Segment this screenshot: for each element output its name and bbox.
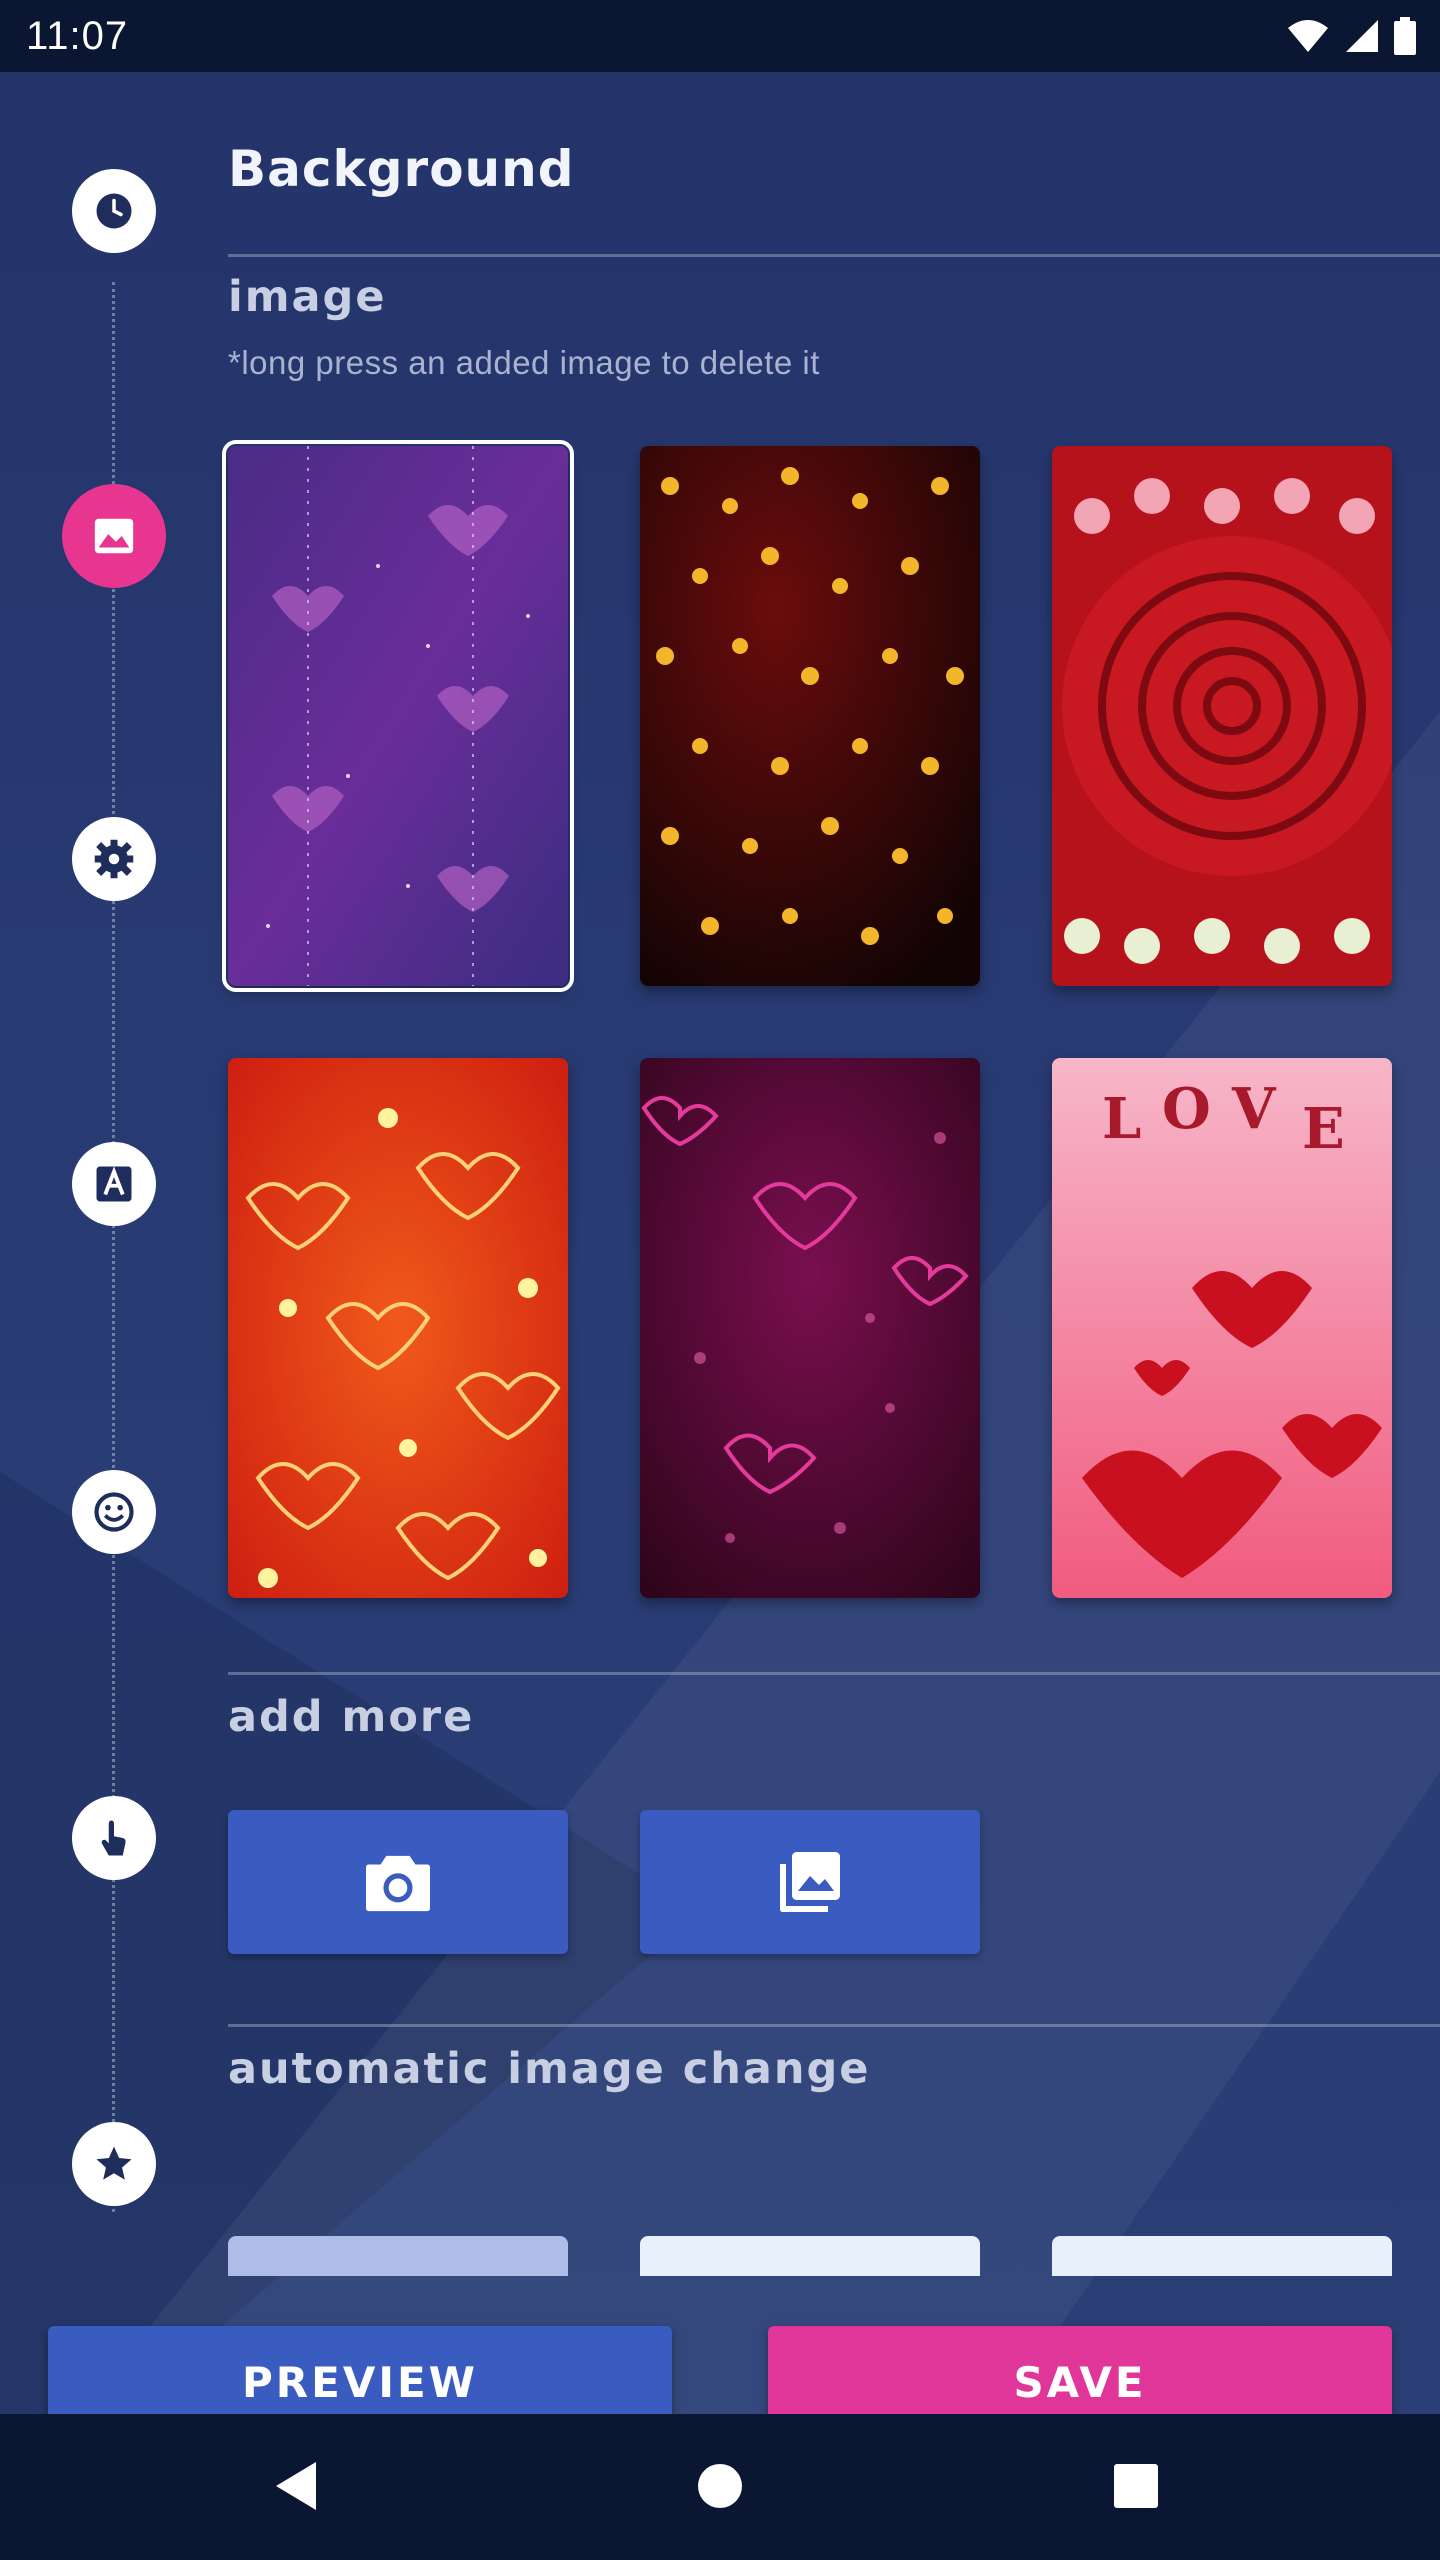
recents-icon xyxy=(1114,2464,1158,2508)
back-button[interactable] xyxy=(272,2458,322,2518)
image-section-title: image xyxy=(228,272,387,322)
status-icons xyxy=(1286,17,1416,55)
add-from-camera-button[interactable] xyxy=(228,1810,568,1954)
touch-icon xyxy=(101,1820,126,1856)
save-button[interactable]: SAVE xyxy=(768,2326,1392,2414)
back-icon xyxy=(276,2462,316,2510)
step-text[interactable] xyxy=(72,1142,156,1226)
emoji-icon xyxy=(94,1492,134,1532)
home-button[interactable] xyxy=(696,2462,744,2514)
main-content[interactable]: Background image *long press an added im… xyxy=(0,72,1440,2414)
thumbnail-love-hearts[interactable]: LOVE xyxy=(1052,1058,1392,1598)
clock-icon xyxy=(96,193,132,229)
step-emoji[interactable] xyxy=(72,1470,156,1554)
auto-change-option[interactable] xyxy=(1052,2236,1392,2276)
page-title: Background xyxy=(228,140,575,198)
image-icon xyxy=(94,518,134,554)
step-settings[interactable] xyxy=(72,817,156,901)
thumbnail-orange-hearts[interactable] xyxy=(228,1058,568,1598)
battery-icon xyxy=(1394,17,1416,55)
gallery-icon xyxy=(780,1852,840,1912)
auto-change-section-title: automatic image change xyxy=(228,2044,871,2094)
svg-text:E: E xyxy=(1302,1096,1345,1162)
system-nav-bar xyxy=(0,2414,1440,2560)
add-from-gallery-button[interactable] xyxy=(640,1810,980,1954)
svg-text:O: O xyxy=(1162,1076,1211,1142)
settings-icon xyxy=(94,839,134,879)
thumbnail-magenta-hearts[interactable] xyxy=(640,1058,980,1598)
step-image[interactable] xyxy=(62,484,166,588)
status-bar: 11:07 xyxy=(0,0,1440,72)
divider xyxy=(228,1672,1440,1675)
auto-change-option[interactable] xyxy=(228,2236,568,2276)
divider xyxy=(228,2024,1440,2027)
thumbnail-golden-hearts[interactable] xyxy=(640,446,980,986)
camera-icon xyxy=(366,1855,430,1912)
svg-text:L: L xyxy=(1102,1086,1141,1152)
svg-text:V: V xyxy=(1231,1076,1277,1142)
recents-button[interactable] xyxy=(1112,2462,1160,2514)
home-icon xyxy=(698,2464,742,2508)
thumbnail-purple-hearts[interactable] xyxy=(222,440,574,992)
star-icon xyxy=(96,2146,132,2180)
status-time: 11:07 xyxy=(26,13,129,58)
signal-icon xyxy=(1346,20,1378,52)
text-icon xyxy=(96,1166,132,1202)
divider xyxy=(228,254,1440,257)
preview-button[interactable]: PREVIEW xyxy=(48,2326,672,2414)
action-bar: PREVIEW SAVE xyxy=(0,2300,1440,2414)
step-star[interactable] xyxy=(72,2122,156,2206)
step-clock[interactable] xyxy=(72,169,156,253)
image-hint: *long press an added image to delete it xyxy=(228,344,820,381)
thumbnail-red-rose[interactable] xyxy=(1052,446,1392,986)
wifi-icon xyxy=(1288,20,1328,52)
add-more-section-title: add more xyxy=(228,1692,475,1742)
auto-change-option[interactable] xyxy=(640,2236,980,2276)
step-touch[interactable] xyxy=(72,1796,156,1880)
